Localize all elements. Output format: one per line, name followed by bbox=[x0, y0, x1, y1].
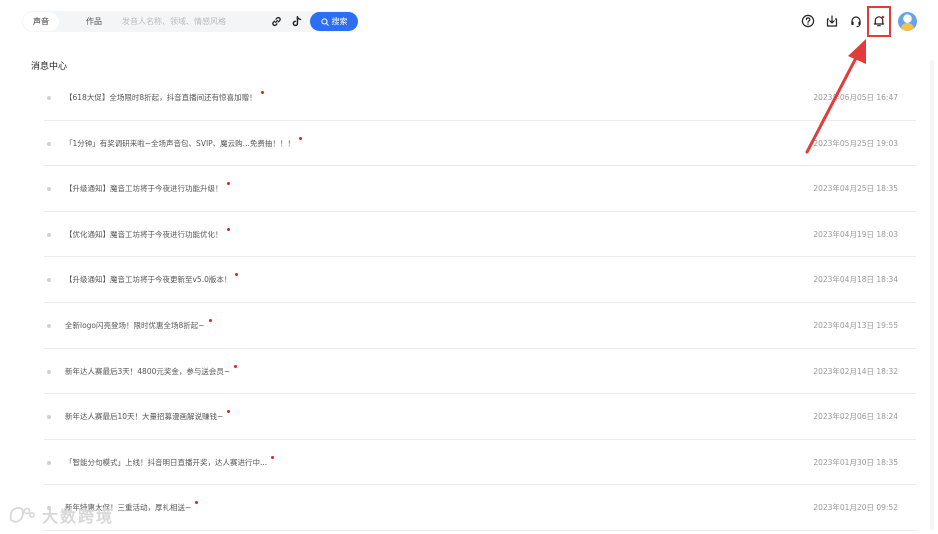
bullet-dot bbox=[47, 141, 51, 146]
message-time: 2023年04月13日 19:55 bbox=[813, 320, 898, 330]
message-title[interactable]: 新年达人赛最后10天！大量招募漫画解说赚钱~ bbox=[65, 410, 230, 422]
download-icon[interactable] bbox=[825, 14, 839, 28]
search-icon bbox=[320, 17, 329, 26]
message-row[interactable]: 【升级通知】魔音工坊将于今夜进行功能升级！ 2023年04月25日 18:35 bbox=[44, 166, 916, 212]
message-time: 2023年04月18日 18:34 bbox=[813, 275, 898, 285]
message-row[interactable]: 新年特惠大促！三重活动，厚礼相送~ 2023年01月20日 09:52 bbox=[44, 485, 916, 531]
message-row[interactable]: 【升级通知】魔音工坊将于今夜更新至v5.0版本！ 2023年04月18日 18:3… bbox=[44, 257, 916, 303]
message-time: 2023年05月25日 19:03 bbox=[813, 138, 898, 148]
message-list: 【618大促】全场限时8折起，抖音直播间还有惊喜加赠！ 2023年06月05日 1… bbox=[44, 75, 916, 531]
message-time: 2023年02月14日 18:32 bbox=[813, 366, 898, 376]
message-row[interactable]: 【优化通知】魔音工坊将于今夜进行功能优化！ 2023年04月19日 18:03 bbox=[44, 212, 916, 258]
tiktok-icon[interactable] bbox=[290, 15, 303, 28]
message-row[interactable]: 「智能分句模式」上线！抖音明日直播开奖，达人赛进行中... 2023年01月30日… bbox=[44, 440, 916, 486]
search-bar: 声音 作品 搜索 bbox=[22, 11, 358, 32]
page-title: 消息中心 bbox=[31, 62, 68, 72]
message-row[interactable]: 【618大促】全场限时8折起，抖音直播间还有惊喜加赠！ 2023年06月05日 1… bbox=[44, 75, 916, 121]
bullet-dot bbox=[47, 323, 51, 328]
message-row[interactable]: 新年达人赛最后10天！大量招募漫画解说赚钱~ 2023年02月06日 18:24 bbox=[44, 394, 916, 440]
watermark: 大数跨境 bbox=[8, 503, 114, 527]
message-time: 2023年04月25日 18:35 bbox=[813, 184, 898, 194]
message-title[interactable]: 【升级通知】魔音工坊将于今夜进行功能升级！ bbox=[65, 182, 230, 194]
search-button-label: 搜索 bbox=[331, 17, 348, 26]
tab-voice[interactable]: 声音 bbox=[23, 12, 59, 31]
link-icon[interactable] bbox=[270, 15, 283, 28]
message-time: 2023年01月30日 18:35 bbox=[813, 457, 898, 467]
scrollbar[interactable] bbox=[930, 60, 934, 530]
message-row[interactable]: 「1分钟」有奖调研来啦~全场声音包、SVIP、魔云购...免费抽！！！ 2023年… bbox=[44, 121, 916, 167]
help-icon[interactable] bbox=[801, 14, 815, 28]
bullet-dot bbox=[47, 232, 51, 237]
search-input[interactable] bbox=[122, 14, 282, 29]
search-button[interactable]: 搜索 bbox=[310, 12, 358, 31]
bullet-dot bbox=[47, 460, 51, 465]
bell-icon[interactable] bbox=[872, 14, 886, 28]
message-title[interactable]: 新年达人赛最后3天！4800元奖金，参与送会员~ bbox=[65, 365, 237, 377]
message-title[interactable]: 「智能分句模式」上线！抖音明日直播开奖，达人赛进行中... bbox=[65, 456, 274, 468]
bullet-dot bbox=[47, 187, 51, 192]
message-title[interactable]: 【优化通知】魔音工坊将于今夜进行功能优化！ bbox=[65, 228, 230, 240]
message-time: 2023年06月05日 16:47 bbox=[813, 93, 898, 102]
message-row[interactable]: 全新logo闪亮登场！限时优惠全场8折起~ 2023年04月13日 19:55 bbox=[44, 303, 916, 349]
tab-works[interactable]: 作品 bbox=[76, 12, 112, 31]
bullet-dot bbox=[47, 369, 51, 374]
bullet-dot bbox=[47, 96, 51, 100]
message-time: 2023年02月06日 18:24 bbox=[813, 412, 898, 422]
message-row[interactable]: 新年达人赛最后3天！4800元奖金，参与送会员~ 2023年02月14日 18:3… bbox=[44, 349, 916, 395]
bullet-dot bbox=[47, 278, 51, 283]
top-bar: 声音 作品 搜索 bbox=[0, 0, 938, 44]
watermark-logo-icon bbox=[9, 506, 35, 523]
headset-icon[interactable] bbox=[849, 14, 863, 28]
avatar[interactable] bbox=[898, 12, 917, 31]
watermark-text: 大数跨境 bbox=[42, 507, 115, 526]
bullet-dot bbox=[47, 415, 51, 420]
message-time: 2023年01月20日 09:52 bbox=[813, 503, 898, 513]
message-time: 2023年04月19日 18:03 bbox=[813, 229, 898, 239]
message-title[interactable]: 【618大促】全场限时8折起，抖音直播间还有惊喜加赠！ bbox=[65, 91, 264, 103]
message-title[interactable]: 【升级通知】魔音工坊将于今夜更新至v5.0版本！ bbox=[65, 273, 238, 285]
message-title[interactable]: 「1分钟」有奖调研来啦~全场声音包、SVIP、魔云购...免费抽！！！ bbox=[65, 137, 302, 149]
message-title[interactable]: 全新logo闪亮登场！限时优惠全场8折起~ bbox=[65, 319, 212, 331]
